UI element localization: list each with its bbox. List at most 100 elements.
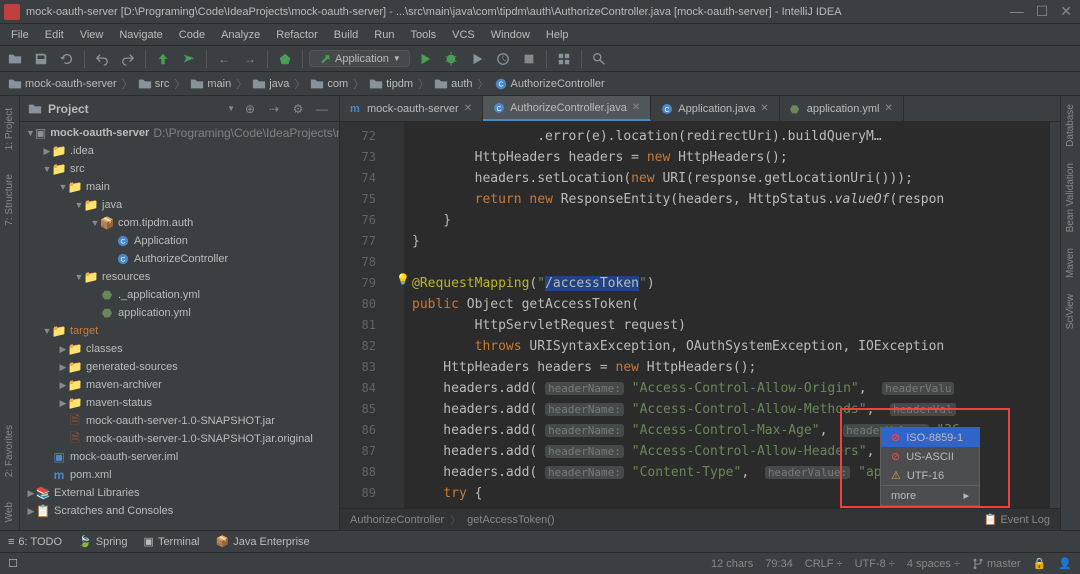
undo-button[interactable] — [91, 48, 113, 70]
status-encoding[interactable]: UTF-8 ÷ — [855, 558, 895, 570]
collapse-icon[interactable]: ⇢ — [265, 100, 283, 118]
close-icon[interactable]: ✕ — [885, 103, 893, 114]
tree-generated-sources[interactable]: ▶📁generated-sources — [20, 358, 339, 376]
bc-auth[interactable]: auth — [434, 77, 472, 91]
eb-class[interactable]: AuthorizeController — [350, 514, 444, 526]
project-tree[interactable]: ▼▣mock-oauth-serverD:\Programing\Code\Id… — [20, 122, 339, 530]
menu-analyze[interactable]: Analyze — [214, 27, 267, 43]
tab-mock-oauth-server[interactable]: mmock-oauth-server✕ — [340, 96, 483, 121]
menu-refactor[interactable]: Refactor — [269, 27, 325, 43]
minimize-button[interactable]: — — [1010, 3, 1024, 20]
menu-view[interactable]: View — [73, 27, 111, 43]
menu-tools[interactable]: Tools — [403, 27, 443, 43]
close-icon[interactable]: ✕ — [464, 103, 472, 114]
tree-main[interactable]: ▼📁main — [20, 178, 339, 196]
tool-todo[interactable]: ≡ 6: TODO — [8, 536, 62, 548]
coverage-button[interactable] — [466, 48, 488, 70]
tree-app-yml[interactable]: ⬣application.yml — [20, 304, 339, 322]
menu-edit[interactable]: Edit — [38, 27, 71, 43]
tool-maven[interactable]: Maven — [1061, 240, 1080, 286]
event-log-button[interactable]: 📋 Event Log — [984, 513, 1050, 526]
tree-src[interactable]: ▼📁src — [20, 160, 339, 178]
hide-icon[interactable]: — — [313, 100, 331, 118]
encoding-more[interactable]: more▸ — [881, 485, 979, 505]
build-button[interactable] — [274, 48, 296, 70]
debug-button[interactable] — [440, 48, 462, 70]
run-config-select[interactable]: Application ▼ — [309, 50, 410, 67]
tree-maven-archiver[interactable]: ▶📁maven-archiver — [20, 376, 339, 394]
tree-application[interactable]: CApplication — [20, 232, 339, 250]
settings-icon[interactable]: ⚙ — [289, 100, 307, 118]
tree-resources[interactable]: ▼📁resources — [20, 268, 339, 286]
scrollbar[interactable] — [1050, 122, 1060, 508]
menu-vcs[interactable]: VCS — [445, 27, 482, 43]
profile-button[interactable] — [492, 48, 514, 70]
tool-favorites[interactable]: 2: Favorites — [4, 417, 15, 485]
tool-database[interactable]: Database — [1061, 96, 1080, 155]
encoding-option-utf16[interactable]: ⚠UTF-16 — [881, 466, 979, 485]
tree-authorize-controller[interactable]: CAuthorizeController — [20, 250, 339, 268]
encoding-option-ascii[interactable]: ⊘US-ASCII — [881, 447, 979, 466]
bc-src[interactable]: src — [138, 77, 170, 91]
tree-jar1[interactable]: 🗎mock-oauth-server-1.0-SNAPSHOT.jar — [20, 412, 339, 430]
tree-jar2[interactable]: 🗎mock-oauth-server-1.0-SNAPSHOT.jar.orig… — [20, 430, 339, 448]
menu-code[interactable]: Code — [172, 27, 212, 43]
tree-target[interactable]: ▼📁target — [20, 322, 339, 340]
stop-button[interactable] — [518, 48, 540, 70]
vcs-update-button[interactable] — [152, 48, 174, 70]
sync-button[interactable] — [56, 48, 78, 70]
tab-application-java[interactable]: CApplication.java✕ — [651, 96, 779, 121]
menu-file[interactable]: File — [4, 27, 36, 43]
tool-structure[interactable]: 7: Structure — [4, 166, 15, 234]
bc-file[interactable]: CAuthorizeController — [494, 77, 605, 91]
fold-gutter[interactable]: 💡 — [392, 122, 404, 508]
tool-spring[interactable]: 🍃 Spring — [78, 535, 128, 548]
tree-pom[interactable]: mpom.xml — [20, 466, 339, 484]
menu-help[interactable]: Help — [539, 27, 576, 43]
close-icon[interactable]: ✕ — [632, 102, 640, 113]
tree-idea[interactable]: ▶📁.idea — [20, 142, 339, 160]
save-all-button[interactable] — [30, 48, 52, 70]
locate-icon[interactable]: ⊕ — [241, 100, 259, 118]
close-icon[interactable]: ✕ — [760, 103, 768, 114]
status-icon[interactable]: ☐ — [8, 557, 18, 570]
tree-external-libs[interactable]: ▶📚External Libraries — [20, 484, 339, 502]
status-hector-icon[interactable]: 👤 — [1058, 557, 1072, 570]
tree-root[interactable]: ▼▣mock-oauth-serverD:\Programing\Code\Id… — [20, 124, 339, 142]
tree-java[interactable]: ▼📁java — [20, 196, 339, 214]
project-label[interactable]: Project — [48, 102, 221, 116]
status-position[interactable]: 79:34 — [765, 558, 793, 570]
bc-tipdm[interactable]: tipdm — [369, 77, 413, 91]
encoding-option-iso[interactable]: ⊘ISO-8859-1 — [881, 428, 979, 447]
menu-window[interactable]: Window — [484, 27, 537, 43]
tab-application-yml[interactable]: ⬣application.yml✕ — [780, 96, 904, 121]
eb-method[interactable]: getAccessToken() — [467, 514, 554, 526]
tree-classes[interactable]: ▶📁classes — [20, 340, 339, 358]
menu-run[interactable]: Run — [367, 27, 401, 43]
structure-button[interactable] — [553, 48, 575, 70]
tree-maven-status[interactable]: ▶📁maven-status — [20, 394, 339, 412]
maximize-button[interactable]: ☐ — [1036, 3, 1049, 20]
editor-body[interactable]: 7273747576777879808182838485868788899091… — [340, 122, 1060, 508]
tree-scratches[interactable]: ▶📋Scratches and Consoles — [20, 502, 339, 520]
status-lock-icon[interactable]: 🔒 — [1033, 557, 1047, 570]
tool-web[interactable]: Web — [4, 494, 15, 530]
status-line-ending[interactable]: CRLF ÷ — [805, 558, 843, 570]
menu-navigate[interactable]: Navigate — [112, 27, 169, 43]
tab-authorize-controller[interactable]: CAuthorizeController.java✕ — [483, 96, 651, 121]
forward-button[interactable]: → — [239, 48, 261, 70]
tool-sciview[interactable]: SciView — [1061, 286, 1080, 337]
status-git-branch[interactable]: master — [972, 558, 1021, 570]
bc-java[interactable]: java — [252, 77, 289, 91]
gutter[interactable]: 7273747576777879808182838485868788899091 — [340, 122, 392, 508]
menu-build[interactable]: Build — [327, 27, 365, 43]
bc-main[interactable]: main — [190, 77, 231, 91]
open-button[interactable] — [4, 48, 26, 70]
tool-terminal[interactable]: ▣ Terminal — [144, 535, 200, 548]
status-indent[interactable]: 4 spaces ÷ — [907, 558, 960, 570]
tree-iml[interactable]: ▣mock-oauth-server.iml — [20, 448, 339, 466]
bc-project[interactable]: mock-oauth-server — [8, 77, 117, 91]
tool-bean-validation[interactable]: Bean Validation — [1061, 155, 1080, 240]
run-button[interactable] — [414, 48, 436, 70]
close-button[interactable]: ✕ — [1060, 3, 1072, 20]
